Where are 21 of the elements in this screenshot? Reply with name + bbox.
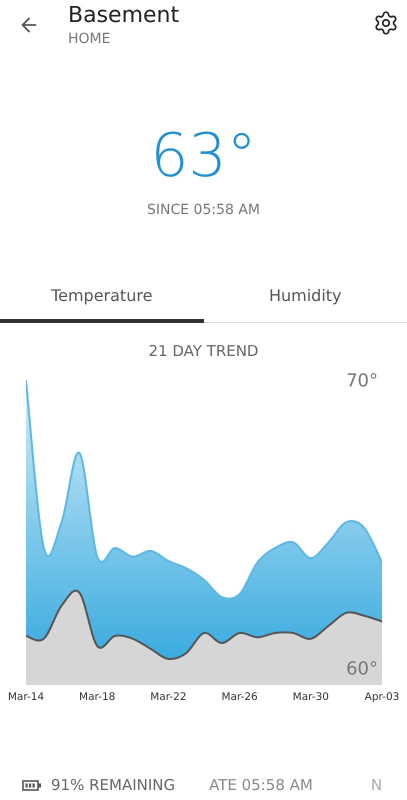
axis-label: Mar-30 [292, 691, 329, 703]
tab[interactable]: Temperature [0, 280, 204, 323]
battery-icon [22, 780, 42, 790]
trend-title: 21 DAY TREND [148, 342, 258, 360]
device-title: Basement [68, 4, 180, 28]
axis-label: Apr-03 [364, 691, 400, 703]
axis-label: Mar-22 [150, 691, 187, 703]
settings-button[interactable] [373, 10, 399, 36]
settings-icon [373, 10, 399, 36]
since-label: SINCE 05:58 AM [146, 202, 260, 218]
axis-label: Mar-14 [8, 691, 44, 703]
current-temperature: 63° [150, 124, 257, 188]
status-text: N [370, 776, 382, 794]
axis-label: Mar-18 [79, 691, 116, 703]
axis-label: 60° [346, 658, 378, 680]
status-text: 91% REMAINING [51, 776, 176, 794]
axis-label: 70° [346, 370, 378, 392]
status-text: ATE 05:58 AM [209, 776, 313, 794]
tab[interactable]: Humidity [204, 280, 407, 323]
axis-label: Mar-26 [221, 691, 258, 703]
location-label: HOME [68, 31, 112, 47]
